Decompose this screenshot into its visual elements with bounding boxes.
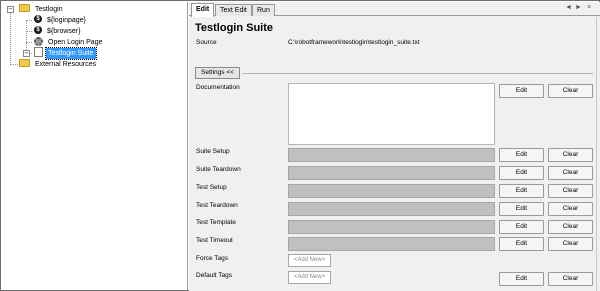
tab-edit[interactable]: Edit — [191, 3, 215, 17]
default-tags-edit-button[interactable]: Edit — [499, 272, 544, 286]
test-teardown-clear-button[interactable]: Clear — [548, 202, 593, 216]
tree-external-resources[interactable]: External Resources — [19, 59, 98, 70]
suite-file-icon — [34, 47, 43, 58]
tree-root-label: Testlogin — [35, 6, 63, 13]
tree-item-browser[interactable]: $ ${browser} — [34, 26, 82, 37]
collapse-toggle[interactable]: − — [7, 6, 14, 13]
suite-teardown-clear-button[interactable]: Clear — [548, 166, 593, 180]
setting-label-suite-teardown: Suite Teardown — [196, 166, 241, 173]
tree-item-label: Open Login Page — [48, 39, 103, 46]
tab-close-icon[interactable]: × — [587, 4, 591, 11]
test-setup-clear-button[interactable]: Clear — [548, 184, 593, 198]
suite-teardown-edit-button[interactable]: Edit — [499, 166, 544, 180]
test-setup-field[interactable] — [288, 184, 495, 198]
tree-item-loginpage[interactable]: $ ${loginpage} — [34, 15, 88, 26]
suite-teardown-field[interactable] — [288, 166, 495, 180]
setting-label-default-tags: Default Tags — [196, 272, 233, 279]
tab-prev-icon[interactable]: ◄ — [565, 4, 572, 11]
tab-run[interactable]: Run — [252, 4, 275, 16]
test-teardown-field[interactable] — [288, 202, 495, 216]
settings-separator — [242, 73, 593, 74]
folder-icon — [19, 59, 30, 68]
setting-label-force-tags: Force Tags — [196, 255, 229, 262]
test-timeout-edit-button[interactable]: Edit — [499, 237, 544, 251]
test-setup-edit-button[interactable]: Edit — [499, 184, 544, 198]
default-tags-add-new[interactable]: <Add New> — [288, 271, 331, 284]
editor-panel: Edit Text Edit Run ◄ ► × Testlogin Suite… — [189, 2, 600, 291]
suite-setup-edit-button[interactable]: Edit — [499, 148, 544, 162]
keyword-icon — [34, 36, 43, 46]
source-label: Source — [196, 39, 217, 46]
setting-label-test-teardown: Test Teardown — [196, 202, 238, 209]
setting-label-test-setup: Test Setup — [196, 184, 227, 191]
tree-root-testlogin[interactable]: Testlogin — [19, 4, 65, 15]
tab-text-edit[interactable]: Text Edit — [215, 4, 252, 16]
documentation-clear-button[interactable]: Clear — [548, 84, 593, 98]
tree-item-label: Testlogin Suite — [45, 47, 97, 60]
suite-setup-field[interactable] — [288, 148, 495, 162]
suite-setup-clear-button[interactable]: Clear — [548, 148, 593, 162]
folder-icon — [19, 4, 30, 13]
test-template-clear-button[interactable]: Clear — [548, 220, 593, 234]
tab-next-icon[interactable]: ► — [575, 4, 582, 11]
app-window: − Testlogin $ ${loginpage} $ ${browser} Op… — [0, 0, 600, 291]
tree-item-open-login-page[interactable]: Open Login Page — [34, 36, 105, 48]
suite-editor: Testlogin Suite Source C:\robotframework… — [189, 17, 600, 291]
tree-item-label: ${loginpage} — [47, 17, 86, 24]
page-title: Testlogin Suite — [195, 22, 274, 34]
source-path: C:\robotframework\testlogin\testlogin_su… — [288, 39, 420, 46]
test-teardown-edit-button[interactable]: Edit — [499, 202, 544, 216]
tree-item-label: ${browser} — [47, 28, 81, 35]
tree-item-testlogin-suite[interactable]: Testlogin Suite — [34, 47, 97, 60]
tree-line — [10, 13, 11, 65]
tree-line — [26, 31, 32, 32]
project-tree: − Testlogin $ ${loginpage} $ ${browser} Op… — [2, 2, 188, 290]
tree-line — [26, 20, 32, 21]
documentation-field[interactable] — [288, 83, 495, 145]
setting-label-documentation: Documentation — [196, 84, 240, 91]
variable-icon: $ — [34, 26, 42, 35]
setting-label-test-timeout: Test Timeout — [196, 237, 233, 244]
test-template-edit-button[interactable]: Edit — [499, 220, 544, 234]
tab-bar: Edit Text Edit Run ◄ ► × — [189, 2, 600, 17]
settings-toggle-button[interactable]: Settings << — [195, 67, 240, 79]
test-timeout-field[interactable] — [288, 237, 495, 251]
variable-icon: $ — [34, 15, 42, 24]
panel-edge — [596, 17, 597, 291]
collapse-toggle[interactable]: − — [23, 50, 30, 57]
test-template-field[interactable] — [288, 220, 495, 234]
tree-line — [26, 42, 32, 43]
setting-label-test-template: Test Template — [196, 219, 236, 226]
setting-label-suite-setup: Suite Setup — [196, 148, 230, 155]
documentation-edit-button[interactable]: Edit — [499, 84, 544, 98]
test-timeout-clear-button[interactable]: Clear — [548, 237, 593, 251]
tree-external-label: External Resources — [35, 61, 97, 68]
force-tags-add-new[interactable]: <Add New> — [288, 254, 331, 267]
default-tags-clear-button[interactable]: Clear — [548, 272, 593, 286]
